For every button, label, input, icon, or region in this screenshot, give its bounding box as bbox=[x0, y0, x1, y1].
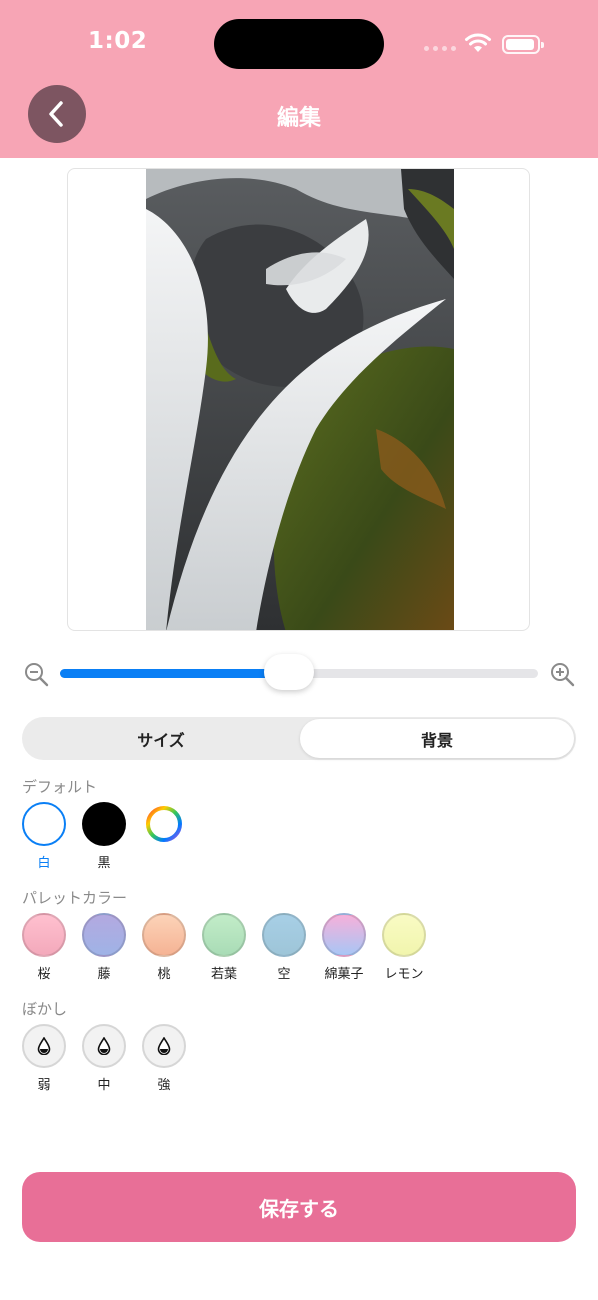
blur-options: 弱 中 強 bbox=[22, 1024, 202, 1093]
zoom-in-icon[interactable] bbox=[550, 662, 576, 688]
segmented-control: サイズ 背景 bbox=[22, 717, 576, 760]
default-swatches: 白 黒 bbox=[22, 802, 202, 871]
blur-weak[interactable]: 弱 bbox=[22, 1024, 66, 1093]
zoom-slider[interactable] bbox=[60, 654, 538, 690]
swatch-label: 綿菓子 bbox=[324, 967, 364, 982]
droplet-icon bbox=[157, 1037, 171, 1055]
image-preview[interactable] bbox=[67, 168, 530, 631]
blur-weak-circle bbox=[22, 1024, 66, 1068]
swatch-label: 中 bbox=[97, 1078, 111, 1093]
section-title-blur: ぼかし bbox=[22, 1000, 68, 1018]
zoom-slider-thumb[interactable] bbox=[264, 654, 315, 690]
tab-background[interactable]: 背景 bbox=[300, 719, 574, 758]
swatch-label: 桜 bbox=[37, 967, 51, 982]
swatch-label: 空 bbox=[277, 967, 291, 982]
signal-icon bbox=[424, 46, 456, 51]
blur-medium[interactable]: 中 bbox=[82, 1024, 126, 1093]
section-title-palette: パレットカラー bbox=[22, 889, 128, 907]
swatch-momo-circle bbox=[142, 913, 186, 957]
swatch-label: 藤 bbox=[97, 967, 111, 982]
status-time: 1:02 bbox=[88, 28, 148, 54]
swatch-label: レモン bbox=[384, 967, 424, 982]
swatch-fuji[interactable]: 藤 bbox=[82, 913, 126, 982]
zoom-slider-fill bbox=[60, 669, 290, 678]
zoom-out-icon[interactable] bbox=[24, 662, 50, 688]
waterfall-photo bbox=[146, 169, 454, 630]
swatch-label: 桃 bbox=[157, 967, 171, 982]
tab-size[interactable]: サイズ bbox=[24, 719, 298, 758]
swatch-sora-circle bbox=[262, 913, 306, 957]
swatch-label: 白 bbox=[37, 856, 51, 871]
swatch-wakaba-circle bbox=[202, 913, 246, 957]
droplet-icon bbox=[97, 1037, 111, 1055]
swatch-black[interactable]: 黒 bbox=[82, 802, 126, 871]
blur-medium-circle bbox=[82, 1024, 126, 1068]
wifi-icon bbox=[465, 33, 491, 52]
swatch-label: 若葉 bbox=[210, 967, 237, 982]
swatch-sora[interactable]: 空 bbox=[262, 913, 306, 982]
dynamic-island bbox=[214, 19, 384, 69]
swatch-sakura-circle bbox=[22, 913, 66, 957]
palette-swatches: 桜 藤 桃 若葉 空 綿菓子 レモン bbox=[22, 913, 442, 982]
swatch-wakaba[interactable]: 若葉 bbox=[202, 913, 246, 982]
swatch-momo[interactable]: 桃 bbox=[142, 913, 186, 982]
color-wheel-icon bbox=[146, 806, 182, 842]
header-bar: 1:02 編集 bbox=[0, 0, 598, 158]
swatch-label: 黒 bbox=[97, 856, 111, 871]
status-icons bbox=[424, 30, 544, 60]
swatch-custom-color[interactable] bbox=[142, 802, 186, 871]
swatch-sakura[interactable]: 桜 bbox=[22, 913, 66, 982]
droplet-icon bbox=[37, 1037, 51, 1055]
swatch-fuji-circle bbox=[82, 913, 126, 957]
save-button[interactable]: 保存する bbox=[22, 1172, 576, 1242]
swatch-white-circle bbox=[22, 802, 66, 846]
swatch-black-circle bbox=[82, 802, 126, 846]
blur-strong[interactable]: 強 bbox=[142, 1024, 186, 1093]
blur-strong-circle bbox=[142, 1024, 186, 1068]
swatch-label: 弱 bbox=[37, 1078, 51, 1093]
swatch-lemon[interactable]: レモン bbox=[382, 913, 426, 982]
swatch-white[interactable]: 白 bbox=[22, 802, 66, 871]
battery-icon bbox=[502, 35, 544, 54]
swatch-watagashi-circle bbox=[322, 913, 366, 957]
swatch-label: 強 bbox=[157, 1078, 171, 1093]
swatch-lemon-circle bbox=[382, 913, 426, 957]
swatch-custom-circle bbox=[142, 802, 186, 846]
section-title-default: デフォルト bbox=[22, 778, 98, 796]
swatch-watagashi[interactable]: 綿菓子 bbox=[322, 913, 366, 982]
page-title: 編集 bbox=[276, 106, 321, 131]
